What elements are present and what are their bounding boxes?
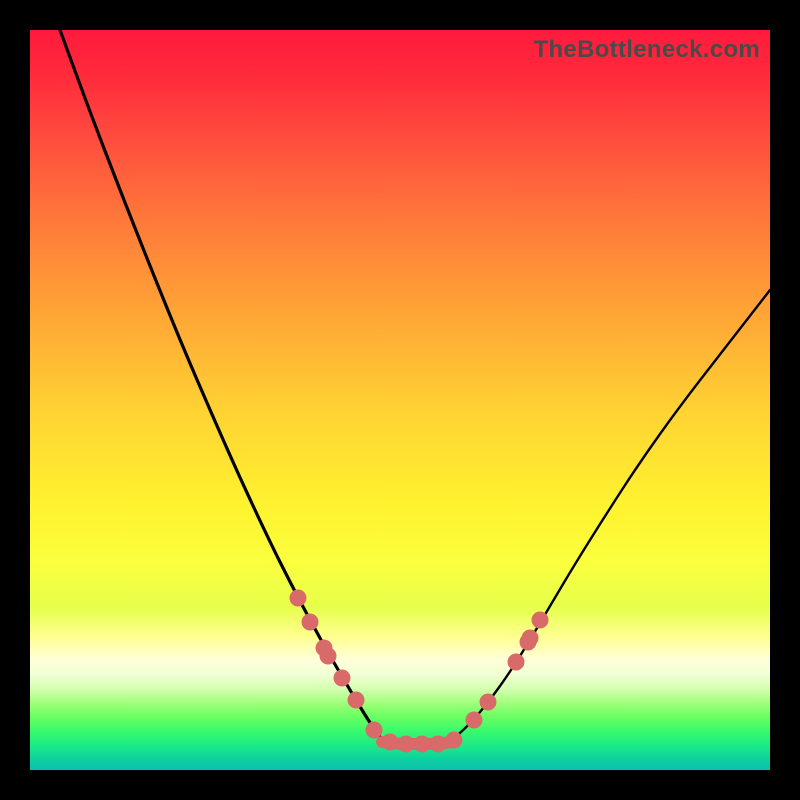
curve-svg [30,30,770,770]
marker-dot [302,614,319,631]
marker-dot [382,734,399,751]
marker-dot [398,736,415,753]
left-branch-path [60,30,382,740]
marker-dot [348,692,365,709]
marker-dot [320,648,337,665]
marker-dot [522,630,539,647]
curve-group [60,30,770,744]
marker-dot [532,612,549,629]
marker-dot [430,736,447,753]
plot-area: TheBottleneck.com [30,30,770,770]
marker-dot [480,694,497,711]
marker-dot [366,722,383,739]
marker-dot [414,736,431,753]
outer-frame: TheBottleneck.com [0,0,800,800]
marker-dot [446,732,463,749]
marker-dot [290,590,307,607]
right-branch-path [452,290,770,740]
marker-dot [508,654,525,671]
marker-dot [334,670,351,687]
marker-dot [466,712,483,729]
